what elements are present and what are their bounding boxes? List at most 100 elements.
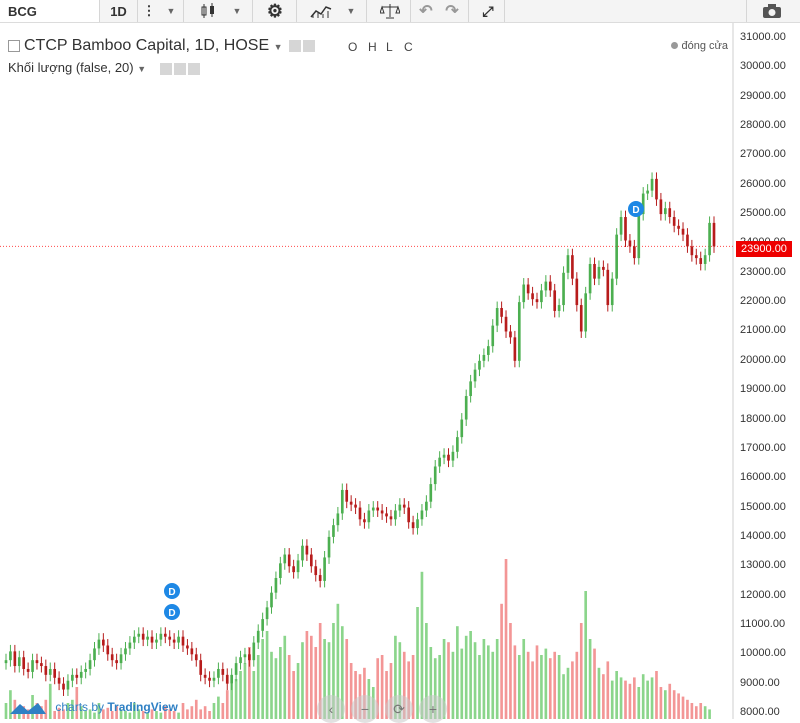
close-icon[interactable] <box>187 62 200 75</box>
volume-bar <box>694 706 698 719</box>
candle-body <box>491 325 495 347</box>
redo-icon[interactable]: ↷ <box>440 0 464 22</box>
candle-body <box>221 668 225 675</box>
dividend-marker-label: D <box>168 587 175 598</box>
settings-icon[interactable]: ⚙ <box>258 0 292 22</box>
candle-body <box>31 660 34 672</box>
eye-icon[interactable] <box>288 39 301 52</box>
chart-toolbar: BCG 1D ⋮ ▼ ▼ ⚙ ▼ ↶ ↷ ⤢ <box>0 0 800 23</box>
symbol-input[interactable]: BCG <box>0 0 100 22</box>
branding[interactable]: charts by TradingView <box>8 700 178 715</box>
more-icon[interactable]: ⋮ <box>139 0 159 22</box>
volume-bar <box>194 699 198 719</box>
candle-body <box>504 316 508 332</box>
undo-icon[interactable]: ↶ <box>414 0 438 22</box>
chevron-down-icon[interactable]: ▼ <box>274 42 283 52</box>
volume-bar <box>663 690 667 719</box>
dividend-marker[interactable]: D <box>628 201 644 217</box>
fullscreen-icon[interactable]: ⤢ <box>474 0 502 22</box>
chevron-down-icon[interactable]: ▼ <box>160 0 182 22</box>
volume-bar <box>186 709 189 719</box>
candle-body <box>203 674 207 678</box>
candle-body <box>13 651 17 667</box>
candle-body <box>354 504 357 508</box>
volume-bar <box>553 651 557 719</box>
candle-body <box>323 557 326 581</box>
volume-bar <box>447 642 450 719</box>
volume-bar <box>522 639 526 719</box>
price-tick-label: 23000.00 <box>740 265 786 278</box>
candle-body <box>84 668 87 672</box>
price-tick-label: 15000.00 <box>740 500 786 513</box>
candle-body <box>411 522 415 529</box>
candlestick-icon[interactable] <box>190 0 226 22</box>
candle-body <box>380 510 384 514</box>
candle-body <box>681 228 685 235</box>
candle-body <box>340 489 344 514</box>
volume-bar <box>548 658 552 719</box>
settings-icon[interactable] <box>302 39 315 52</box>
collapse-icon[interactable] <box>8 39 20 52</box>
candle-body <box>168 636 172 640</box>
dividend-marker[interactable]: D <box>164 604 180 620</box>
ohlc-close: C <box>404 40 413 54</box>
candle-body <box>252 642 256 661</box>
compare-icon[interactable] <box>372 0 408 22</box>
branding-name: TradingView <box>107 700 178 714</box>
volume-bar <box>708 709 711 719</box>
candle-body <box>668 208 672 218</box>
candle-body <box>517 302 521 361</box>
volume-bar <box>677 693 680 719</box>
candle-body <box>562 272 565 306</box>
indicators-icon[interactable] <box>302 0 340 22</box>
chevron-down-icon[interactable]: ▼ <box>340 0 362 22</box>
candle-body <box>194 654 198 661</box>
volume-bar <box>584 591 588 719</box>
volume-bar <box>509 623 512 719</box>
volume-title: Khối lượng (false, 20) <box>8 60 134 75</box>
candle-body <box>540 290 543 303</box>
price-tick-label: 9000.00 <box>740 676 780 689</box>
dividend-marker[interactable]: D <box>164 583 180 599</box>
candle-body <box>48 668 52 675</box>
candle-body <box>509 331 512 338</box>
volume-bar <box>540 655 543 719</box>
candle-body <box>522 284 526 303</box>
candle-body <box>44 666 48 675</box>
volume-bar <box>686 699 689 719</box>
candle-body <box>615 234 618 279</box>
tradingview-logo-icon <box>10 702 46 714</box>
volume-bar <box>305 631 309 719</box>
candle-body <box>602 266 605 270</box>
candle-body <box>349 501 353 505</box>
camera-icon[interactable] <box>752 0 792 22</box>
chevron-down-icon[interactable]: ▼ <box>137 64 146 74</box>
candle-body <box>699 258 703 264</box>
price-chart[interactable]: DDD <box>0 23 800 719</box>
resolution-button[interactable]: 1D <box>100 0 138 22</box>
eye-icon[interactable] <box>159 62 172 75</box>
volume-bar <box>486 645 490 719</box>
candle-body <box>150 636 154 643</box>
volume-bar <box>579 623 583 719</box>
volume-bar <box>239 671 242 719</box>
candle-body <box>345 489 349 502</box>
candle-body <box>686 234 689 247</box>
volume-bar <box>491 651 495 719</box>
settings-icon[interactable] <box>173 62 186 75</box>
volume-bar <box>181 703 185 719</box>
candle-body <box>544 281 548 291</box>
price-tick-label: 12000.00 <box>740 588 786 601</box>
volume-bar <box>566 667 570 719</box>
candle-body <box>659 199 663 215</box>
price-tick-label: 13000.00 <box>740 559 786 572</box>
candle-body <box>181 636 185 646</box>
volume-bar <box>641 674 645 719</box>
volume-bar <box>256 655 260 719</box>
candle-body <box>309 554 313 567</box>
volume-bar <box>464 635 468 719</box>
candle-body <box>438 457 441 467</box>
chevron-down-icon[interactable]: ▼ <box>226 0 248 22</box>
price-tick-label: 28000.00 <box>740 119 786 132</box>
candle-body <box>234 663 238 675</box>
